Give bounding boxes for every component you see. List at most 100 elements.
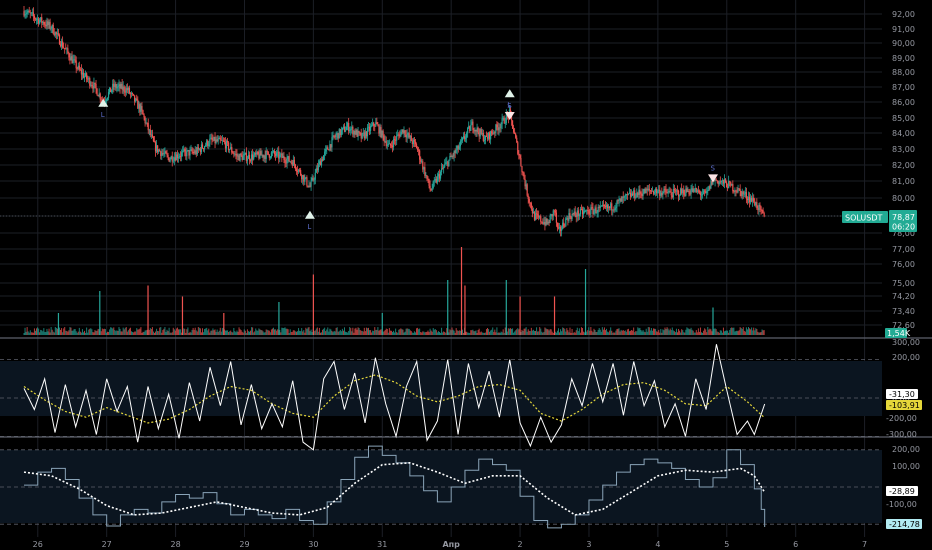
- osc2-ma-value: -28,89: [889, 487, 915, 496]
- volume-bar: [701, 332, 703, 335]
- volume-bar: [171, 332, 173, 335]
- candle-body: [242, 155, 244, 160]
- candle-body: [280, 153, 282, 155]
- volume-bar: [570, 332, 572, 335]
- volume-bar: [29, 330, 31, 335]
- candle-body: [754, 201, 756, 206]
- volume-bar: [513, 332, 515, 335]
- volume-bar: [641, 331, 643, 335]
- candle-body: [760, 206, 762, 211]
- candle-body: [67, 48, 69, 53]
- candle-body: [199, 148, 202, 152]
- candle-body: [287, 156, 289, 159]
- candle-body: [353, 130, 355, 135]
- volume-bar: [694, 332, 696, 335]
- volume-bar: [97, 328, 99, 335]
- candle-body: [590, 207, 592, 214]
- candle-body: [175, 154, 178, 161]
- candle-body: [511, 120, 514, 129]
- candle-body: [541, 221, 543, 223]
- candle-body: [33, 15, 36, 19]
- candle-body: [477, 127, 479, 133]
- candle-body: [299, 169, 301, 171]
- time-tick-label: Апр: [442, 540, 460, 549]
- candle-body: [245, 152, 247, 161]
- candle-body: [735, 190, 737, 192]
- volume-bar: [277, 329, 279, 335]
- candle-body: [134, 95, 136, 102]
- candle-body: [739, 189, 741, 191]
- volume-bar: [753, 327, 755, 335]
- candle-body: [339, 129, 341, 136]
- volume-bar: [257, 330, 259, 335]
- candle-body: [209, 138, 211, 145]
- volume-bar: [642, 330, 644, 335]
- volume-bar: [316, 327, 318, 335]
- candle-body: [192, 151, 194, 153]
- time-tick-label: 31: [377, 540, 387, 549]
- candle-body: [484, 135, 487, 141]
- candle-body: [211, 137, 213, 140]
- candle-body: [131, 93, 134, 95]
- volume-bar: [76, 332, 78, 335]
- volume-bar: [242, 332, 244, 335]
- candle-body: [455, 149, 457, 153]
- candle-body: [623, 196, 625, 198]
- volume-bar: [325, 331, 327, 335]
- volume-bar: [107, 331, 109, 335]
- volume-bar: [612, 332, 614, 335]
- candle-body: [405, 134, 407, 138]
- volume-bar: [275, 329, 277, 335]
- volume-bar: [393, 330, 395, 335]
- volume-bar: [569, 327, 571, 335]
- volume-bar: [714, 328, 716, 335]
- volume-bar: [103, 328, 105, 335]
- volume-bar: [80, 332, 82, 335]
- volume-bar: [538, 331, 540, 335]
- volume-bar: [378, 330, 380, 335]
- volume-bar: [725, 330, 727, 335]
- price-tick-label: 83,00: [892, 145, 915, 154]
- volume-bar: [730, 328, 732, 335]
- candle-body: [428, 178, 430, 186]
- candle-body: [723, 179, 726, 184]
- volume-bar: [611, 330, 613, 335]
- volume-bar: [376, 329, 378, 335]
- candle-body: [600, 205, 602, 207]
- volume-bar: [663, 330, 665, 335]
- candle-body: [53, 33, 55, 36]
- candle-body: [305, 177, 307, 179]
- candle-body: [68, 52, 70, 58]
- volume-bar: [523, 328, 525, 335]
- price-axis[interactable]: 92,00 91,00 90,00 89,00 88,00 87,00 86,00 85,00…: [886, 10, 920, 527]
- trading-chart[interactable]: LLLSS 92,0091,0090,0089,0088,0087,0086,0…: [0, 0, 932, 550]
- candle-body: [564, 226, 566, 228]
- candle-body: [246, 158, 249, 161]
- volume-bar: [207, 330, 209, 335]
- osc2-tick-label: 200,00: [892, 445, 920, 454]
- volume-bar: [610, 327, 612, 335]
- candle-body: [124, 91, 126, 93]
- volume-bar: [590, 327, 592, 335]
- volume-bar: [74, 329, 76, 335]
- volume-bar: [704, 328, 706, 335]
- price-tick-label: 77,00: [892, 245, 915, 254]
- candle-body: [306, 177, 308, 186]
- candle-body: [648, 188, 650, 191]
- volume-bar: [760, 332, 762, 335]
- price-tick-label: 82,00: [892, 161, 915, 170]
- candle-body: [421, 161, 423, 163]
- candle-body: [700, 194, 703, 196]
- candle-body: [39, 20, 41, 24]
- candle-body: [29, 12, 31, 14]
- candle-body: [431, 188, 433, 191]
- candle-body: [706, 191, 708, 194]
- candle-body: [442, 168, 444, 170]
- candle-body: [660, 192, 662, 196]
- volume-bar: [429, 328, 431, 335]
- candle-body: [468, 126, 470, 129]
- volume-bar: [172, 327, 174, 335]
- volume-bar: [69, 327, 71, 335]
- candle-body: [48, 21, 50, 25]
- volume-bar: [588, 327, 590, 335]
